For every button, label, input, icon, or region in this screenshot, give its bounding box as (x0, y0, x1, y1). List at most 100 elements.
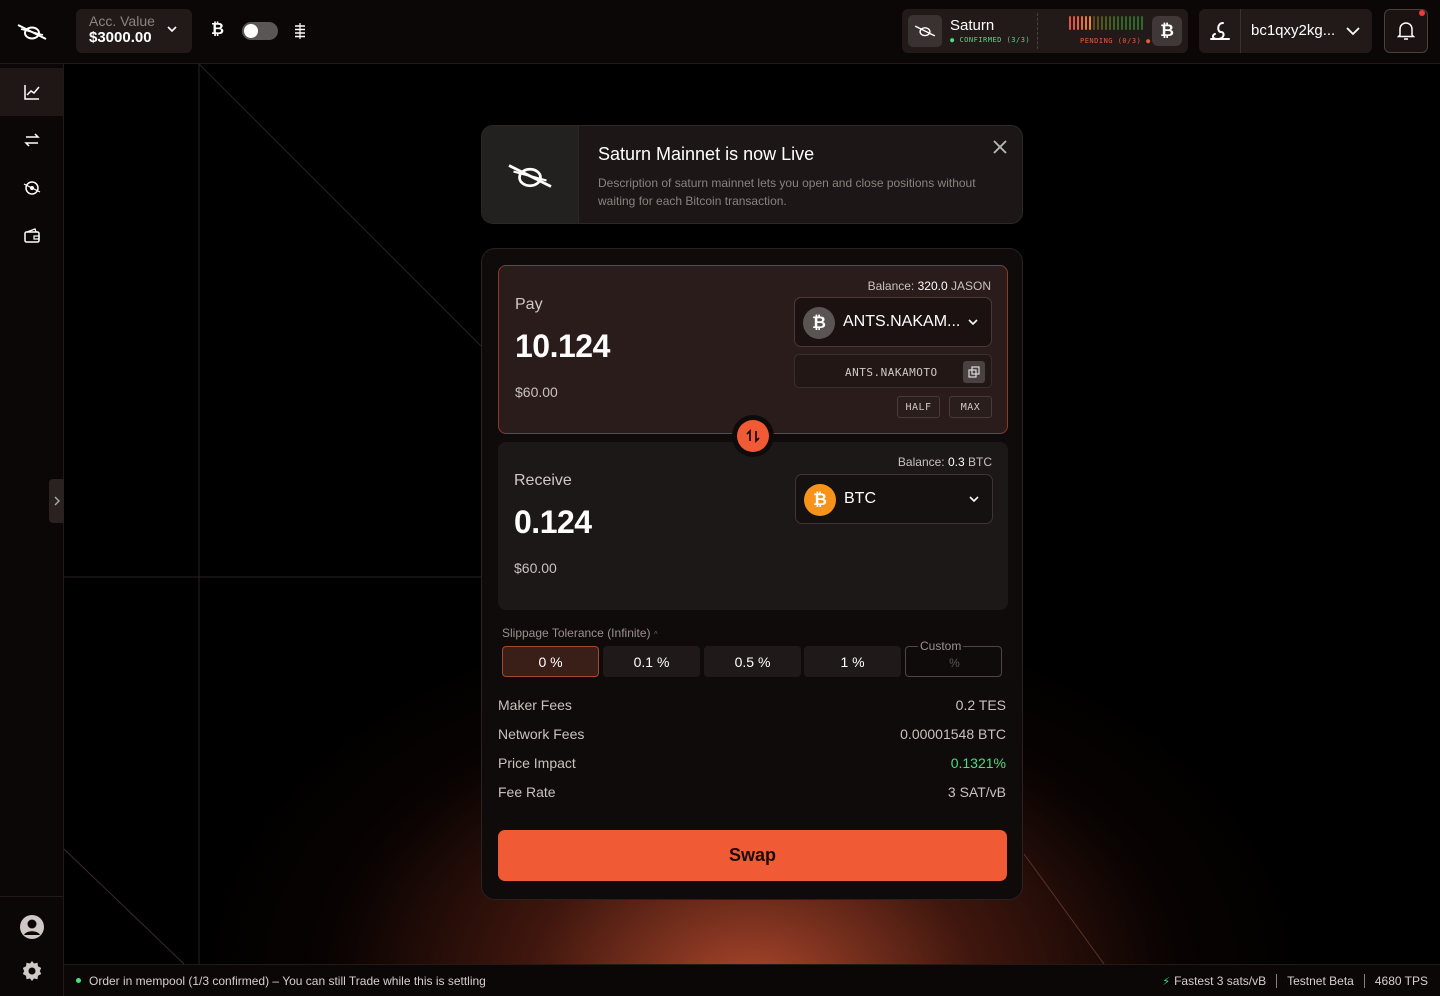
fee-label: Maker Fees (498, 697, 572, 713)
fee-label: Network Fees (498, 726, 585, 742)
swap-button[interactable]: Swap (498, 830, 1007, 881)
pay-label: Pay (515, 296, 543, 313)
banner-title: Saturn Mainnet is now Live (598, 144, 815, 164)
pool-icon (23, 181, 40, 195)
slippage-title-text: Slippage Tolerance (Infinite) (502, 626, 651, 640)
slippage-option-0[interactable]: 0 % (502, 646, 599, 677)
chevron-right-icon (54, 496, 60, 506)
swap-card: Pay 10.124 $60.00 Balance: 320.0 JASON ₿… (481, 248, 1023, 900)
chevron-up-icon: ^ (653, 630, 658, 639)
stack-icon[interactable] (293, 22, 307, 40)
toggle-knob (244, 24, 258, 38)
pay-balance: Balance: 320.0 JASON (868, 279, 991, 293)
fee-value: 0.1321% (950, 755, 1006, 771)
user-icon (19, 915, 44, 939)
fee-value: 3 SAT/vB (947, 784, 1006, 800)
slippage-options: 0 % 0.1 % 0.5 % 1 % Custom % (502, 639, 1003, 678)
sidebar-item-chart[interactable] (0, 68, 63, 116)
chevron-down-icon (968, 319, 978, 326)
chevron-down-icon (1346, 27, 1360, 36)
wallet-dropdown[interactable]: bc1qxy2kg... (1199, 9, 1372, 53)
bitcoin-icon: ₿ (1152, 16, 1182, 46)
receive-label: Receive (514, 472, 572, 489)
slippage-option-1[interactable]: 1 % (804, 646, 901, 677)
mempool-message: Order in mempool (1/3 confirmed) – You c… (89, 974, 486, 988)
network-status-panel[interactable]: Saturn ● CONFIRMED (3/3) PENDING (0/3) ●… (902, 9, 1188, 53)
block-bars (1069, 16, 1143, 30)
chevron-down-icon (167, 26, 177, 33)
saturn-logo-icon[interactable] (0, 0, 64, 64)
receive-balance: Balance: 0.3 BTC (898, 455, 992, 469)
fastest-fee: ⚡ Fastest 3 sats/vB (1162, 974, 1266, 988)
receive-section: Receive 0.124 $60.00 Balance: 0.3 BTC ₿ … (498, 442, 1008, 610)
balance-label: Balance: (867, 279, 915, 293)
close-icon[interactable] (992, 139, 1008, 155)
slippage-option-0-1[interactable]: 0.1 % (603, 646, 700, 677)
status-dot (76, 978, 81, 984)
pay-amount-input[interactable]: 10.124 (515, 328, 610, 365)
wallet-address: bc1qxy2kg... (1251, 22, 1336, 39)
fee-row-network: Network Fees 0.00001548 BTC (498, 726, 1006, 746)
sidebar-item-profile[interactable] (0, 903, 63, 951)
token-ticker-box: ANTS.NAKAMOTO (794, 354, 992, 388)
network-stats: ⚡ Fastest 3 sats/vB Testnet Beta 4680 TPS (1162, 974, 1428, 988)
tps-value: 4680 TPS (1374, 974, 1428, 988)
pending-status: PENDING (0/3) ● (1080, 37, 1151, 45)
fee-value: 0.2 TES (955, 697, 1006, 713)
currency-toggle[interactable] (242, 22, 278, 40)
top-bar: Acc. Value $3000.00 ₿ Saturn ● CONFIRMED… (0, 0, 1440, 64)
fastest-fee-text: Fastest 3 sats/vB (1174, 974, 1267, 988)
pay-token-selector[interactable]: ₿ ANTS.NAKAM... (794, 297, 992, 347)
divider (1363, 974, 1365, 988)
flip-direction-button[interactable] (732, 415, 774, 457)
gear-icon (22, 961, 41, 981)
flip-inner (737, 420, 769, 452)
chart-icon (23, 85, 40, 100)
bitcoin-icon: ₿ (803, 307, 835, 339)
confirmed-text: CONFIRMED (3/3) (959, 36, 1031, 44)
bell-icon (1397, 22, 1415, 40)
receive-amount: 0.124 (514, 504, 592, 540)
wallet-provider-icon (1199, 9, 1241, 53)
balance-unit: BTC (968, 455, 992, 469)
fee-row-maker: Maker Fees 0.2 TES (498, 697, 1006, 717)
pending-text: PENDING (0/3) (1080, 37, 1142, 45)
sidebar-item-swap[interactable] (0, 116, 63, 164)
slippage-custom-input[interactable]: Custom % (905, 639, 1002, 677)
fee-label: Price Impact (498, 755, 576, 771)
balance-label: Balance: (897, 455, 945, 469)
balance-value: 0.3 (947, 455, 965, 469)
banner-description: Description of saturn mainnet lets you o… (598, 176, 976, 208)
fee-value: 0.00001548 BTC (900, 726, 1006, 742)
fee-label: Fee Rate (498, 784, 556, 800)
slippage-title[interactable]: Slippage Tolerance (Infinite) ^ (502, 626, 658, 640)
max-button[interactable]: MAX (949, 396, 992, 418)
receive-token-selector[interactable]: ₿ BTC (795, 474, 993, 524)
mempool-status: Order in mempool (1/3 confirmed) – You c… (76, 974, 486, 988)
sidebar-item-wallet[interactable] (0, 212, 63, 260)
pay-token-name: ANTS.NAKAM... (843, 313, 961, 330)
swap-vertical-icon (746, 428, 760, 444)
notifications-button[interactable] (1384, 9, 1428, 53)
chevron-down-icon (969, 496, 979, 503)
confirmed-status: ● CONFIRMED (3/3) (950, 36, 1031, 44)
sidebar-bottom (0, 896, 63, 996)
sidebar-item-pool[interactable] (0, 164, 63, 212)
half-button[interactable]: HALF (897, 396, 940, 418)
slippage-option-0-5[interactable]: 0.5 % (704, 646, 801, 677)
custom-placeholder: % (949, 656, 960, 670)
divider (1276, 974, 1278, 988)
account-value-dropdown[interactable]: Acc. Value $3000.00 (76, 9, 192, 53)
fee-row-price-impact: Price Impact 0.1321% (498, 755, 1006, 775)
network-label: Testnet Beta (1287, 974, 1354, 988)
balance-unit: JASON (950, 279, 991, 293)
receive-usd-value: $60.00 (514, 560, 557, 576)
status-bar: Order in mempool (1/3 confirmed) – You c… (64, 964, 1440, 996)
copy-icon (968, 366, 980, 378)
copy-button[interactable] (963, 361, 985, 383)
token-ticker: ANTS.NAKAMOTO (845, 366, 938, 379)
saturn-network-icon (908, 15, 942, 47)
bolt-icon: ⚡ (1162, 976, 1171, 988)
sidebar-item-settings[interactable] (0, 947, 63, 995)
sidebar-expand-handle[interactable] (49, 479, 64, 523)
